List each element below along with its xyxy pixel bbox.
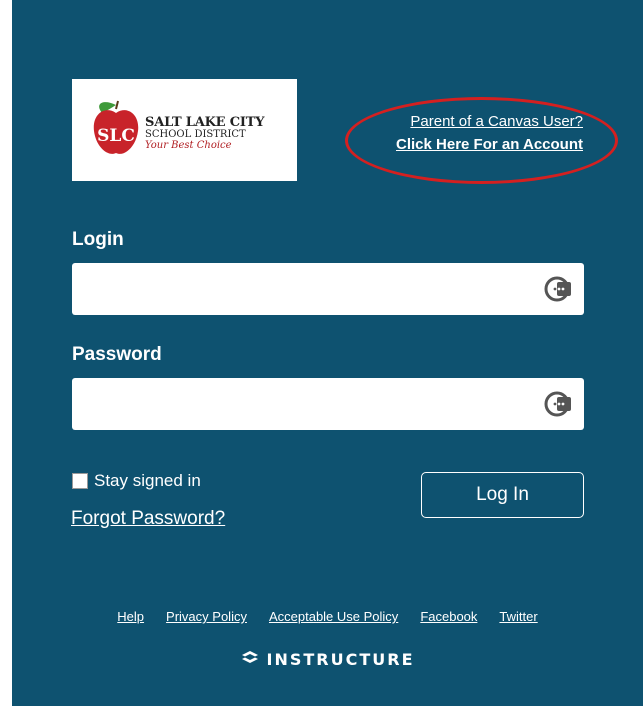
- footer-link-facebook[interactable]: Facebook: [420, 609, 477, 624]
- password-manager-icon[interactable]: [544, 391, 574, 422]
- create-parent-account-link[interactable]: Click Here For an Account: [396, 133, 583, 156]
- password-label: Password: [72, 344, 162, 365]
- parent-of-canvas-user-link[interactable]: Parent of a Canvas User?: [396, 110, 583, 133]
- footer-link-acceptable-use-policy[interactable]: Acceptable Use Policy: [269, 609, 398, 624]
- login-field[interactable]: [72, 263, 584, 315]
- logo-line-1: SALT LAKE CITY: [145, 115, 265, 130]
- instructure-brand: INSTRUCTURE: [12, 650, 643, 669]
- logo-line-2: SCHOOL DISTRICT: [145, 129, 246, 140]
- stay-signed-in[interactable]: Stay signed in: [72, 471, 201, 491]
- footer-link-help[interactable]: Help: [117, 609, 144, 624]
- log-in-button[interactable]: Log In: [421, 472, 584, 518]
- login-panel: SLC SALT LAKE CITY SCHOOL DISTRICT Your …: [12, 0, 643, 706]
- stay-signed-in-label: Stay signed in: [94, 471, 201, 490]
- login-label: Login: [72, 229, 124, 250]
- parent-account-links: Parent of a Canvas User? Click Here For …: [396, 110, 583, 156]
- forgot-password-link[interactable]: Forgot Password?: [71, 508, 225, 530]
- logo-tagline: Your Best Choice: [145, 140, 232, 151]
- district-logo: SLC SALT LAKE CITY SCHOOL DISTRICT Your …: [72, 79, 297, 181]
- login-input[interactable]: [72, 263, 584, 315]
- password-input[interactable]: [72, 378, 584, 430]
- footer-link-twitter[interactable]: Twitter: [499, 609, 537, 624]
- password-manager-icon[interactable]: [544, 276, 574, 307]
- district-name: SALT LAKE CITY SCHOOL DISTRICT Your Best…: [145, 115, 265, 151]
- instructure-logo-icon: [241, 650, 259, 669]
- footer-link-privacy-policy[interactable]: Privacy Policy: [166, 609, 247, 624]
- stay-signed-in-checkbox[interactable]: [72, 473, 88, 489]
- password-field[interactable]: [72, 378, 584, 430]
- logo-initials: SLC: [97, 126, 135, 146]
- instructure-wordmark: INSTRUCTURE: [266, 650, 415, 669]
- footer-links: Help Privacy Policy Acceptable Use Policy F…: [12, 609, 643, 624]
